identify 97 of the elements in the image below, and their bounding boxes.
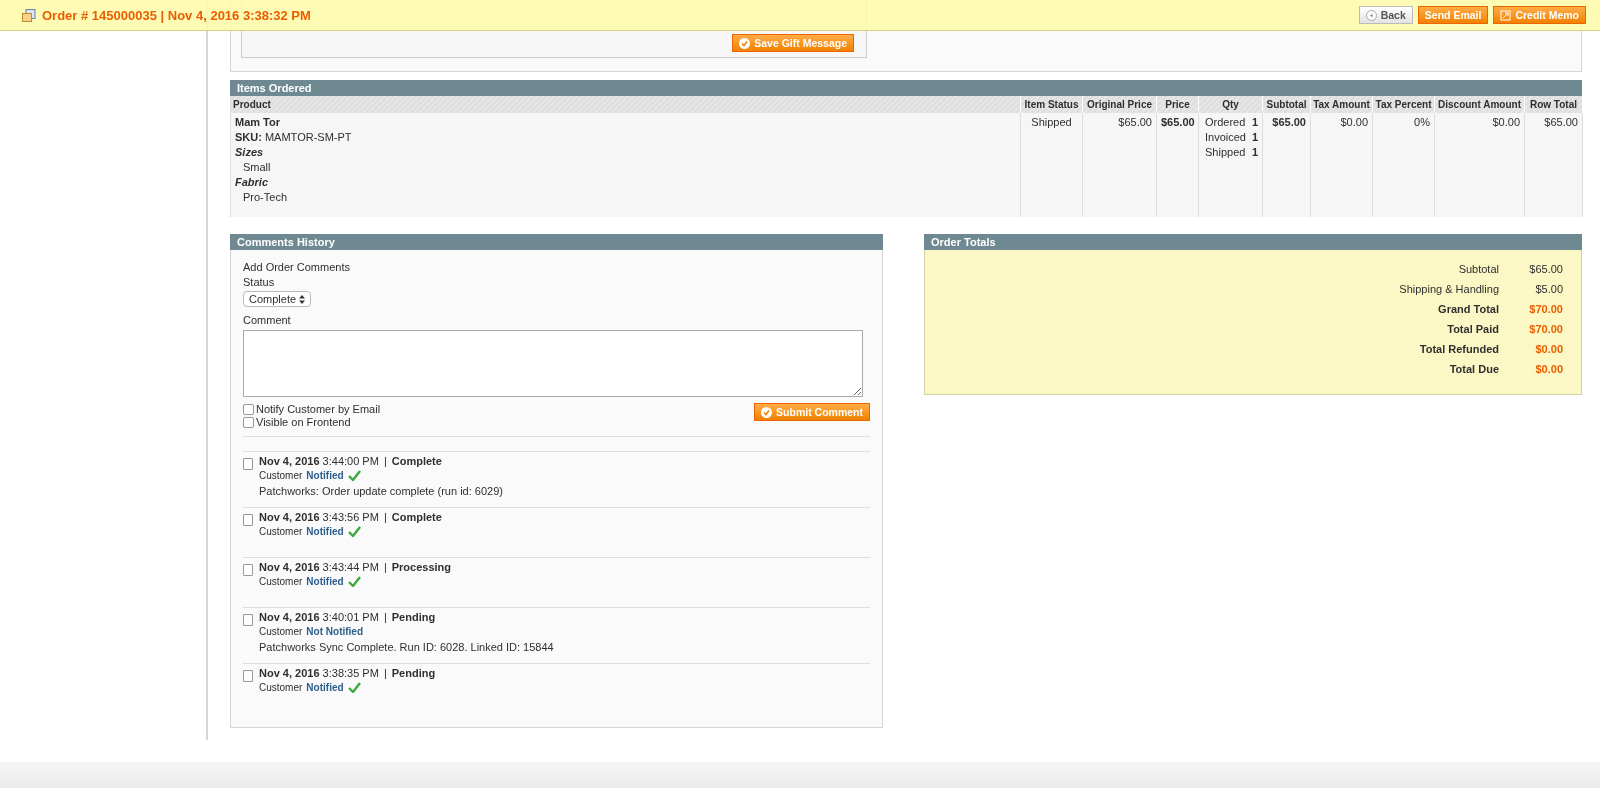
total-label: Total Refunded [1419,343,1499,355]
total-label: Total Due [1449,363,1499,375]
separator: | [383,455,387,468]
notification-status: Notified [306,576,344,587]
table-cell-text: $0.00 [1339,116,1368,128]
table-cell-text: Shipped [1030,116,1073,128]
separator: | [383,561,387,573]
customer-label: Customer [259,470,303,482]
option-value: Pro-Tech [242,191,289,203]
checkbox-label: Visible on Frontend [256,416,351,429]
comment-text: Patchworks: Order update complete (run id: 6029) [259,484,503,500]
column-header: Original Price [1083,96,1157,113]
separator: | [383,611,387,623]
table-cell-text: $65.00 [1271,116,1306,128]
column-header: Row Total [1525,96,1583,113]
memo-icon [1500,9,1512,21]
qty-label: Invoiced [1205,131,1246,143]
total-value: $65.00 [1528,263,1563,275]
customer-label: Customer [259,626,303,637]
qty-value: 1 [1251,131,1258,143]
comment-input-field[interactable] [243,330,863,398]
comment-date: Nov 4, 2016 3:43:56 PM [259,511,379,523]
option-label: Sizes [235,146,265,158]
check-circle-icon [739,37,751,49]
column-header: Tax Percent [1373,96,1435,113]
total-label: Grand Total [1438,303,1499,315]
checkbox[interactable] [243,403,254,415]
column-header: Subtotal [1263,96,1311,113]
separator: | [383,511,387,523]
document-icon [243,514,253,526]
qty-label: Ordered [1205,116,1246,128]
table-cell-text: $65.00 [1117,116,1152,128]
qty-label: Shipped [1205,146,1246,158]
select-arrows-icon [299,294,306,304]
total-value: $70.00 [1528,303,1563,315]
customer-label: Customer [259,526,303,537]
document-icon [243,564,253,576]
total-label: Shipping & Handling [1399,283,1499,295]
total-value: $0.00 [1534,343,1563,355]
comment-status: Complete [391,511,442,523]
comment-status: Pending [391,611,436,623]
column-header: Tax Amount [1311,96,1373,113]
qty-value: 1 [1251,116,1258,128]
status-label: Status [243,275,276,290]
notification-status: Notified [306,682,344,693]
document-icon [243,614,253,626]
comment-label: Comment [243,313,292,328]
table-cell: $65.00 [1161,116,1194,128]
column-header: Discount Amount [1435,96,1525,113]
column-header: Price [1157,96,1199,113]
comment-date: Nov 4, 2016 3:44:00 PM [259,455,379,468]
total-value: $0.00 [1534,363,1563,375]
table-cell-text: $0.00 [1491,116,1520,128]
order-title: Order # 145000035 | Nov 4, 2016 3:38:32 PM [22,7,311,23]
comment-date: Nov 4, 2016 3:40:01 PM [259,611,379,623]
comment-status: Complete [391,455,442,468]
total-label: Total Paid [1447,323,1499,335]
submit-comment-button[interactable]: Submit Comment [754,403,870,422]
back-button[interactable]: Back [1358,6,1413,24]
customer-label: Customer [259,682,303,693]
document-icon [243,670,253,682]
document-icon [243,458,253,471]
notification-status: Notified [306,470,344,482]
option-value: Small [242,161,272,173]
product-sku: SKU: MAMTOR-SM-PT [235,131,353,143]
form-heading: Add Order Comments [243,260,351,275]
section-header: Items Ordered [230,80,1582,96]
status-select[interactable]: Complete [243,291,312,307]
total-value: $5.00 [1534,283,1563,295]
total-label: Subtotal [1458,263,1499,275]
comment-date: Nov 4, 2016 3:38:35 PM [259,667,379,679]
credit-memo-button[interactable]: Credit Memo [1493,6,1586,24]
section-header: Order Totals [924,234,1582,250]
customer-label: Customer [259,576,303,587]
checkbox-label: Notify Customer by Email [256,403,381,416]
column-header: Product [231,96,1021,113]
check-circle-icon [761,406,773,418]
comment-date: Nov 4, 2016 3:43:44 PM [259,561,379,573]
section-header: Comments History [230,234,883,250]
separator: | [383,667,387,679]
order-icon [22,8,36,22]
qty-value: 1 [1251,146,1258,158]
table-cell-text: 0% [1413,116,1430,128]
product-name: Mam Tor [235,116,282,128]
send-email-button[interactable]: Send Email [1417,6,1489,24]
table-cell-text: $65.00 [1543,116,1578,128]
notification-status: Not Notified [306,626,363,637]
comment-status: Pending [391,667,436,679]
comment-status: Processing [391,561,452,573]
save-gift-message-button[interactable]: Save Gift Message [732,34,854,52]
notification-status: Notified [306,526,344,537]
column-header: Item Status [1021,96,1083,113]
checkbox[interactable] [243,416,254,428]
total-value: $70.00 [1528,323,1563,335]
column-header: Qty [1199,96,1263,113]
option-label: Fabric [235,176,269,188]
comment-text: Patchworks Sync Complete. Run ID: 6028. Linked ID: 15844 [259,640,554,655]
